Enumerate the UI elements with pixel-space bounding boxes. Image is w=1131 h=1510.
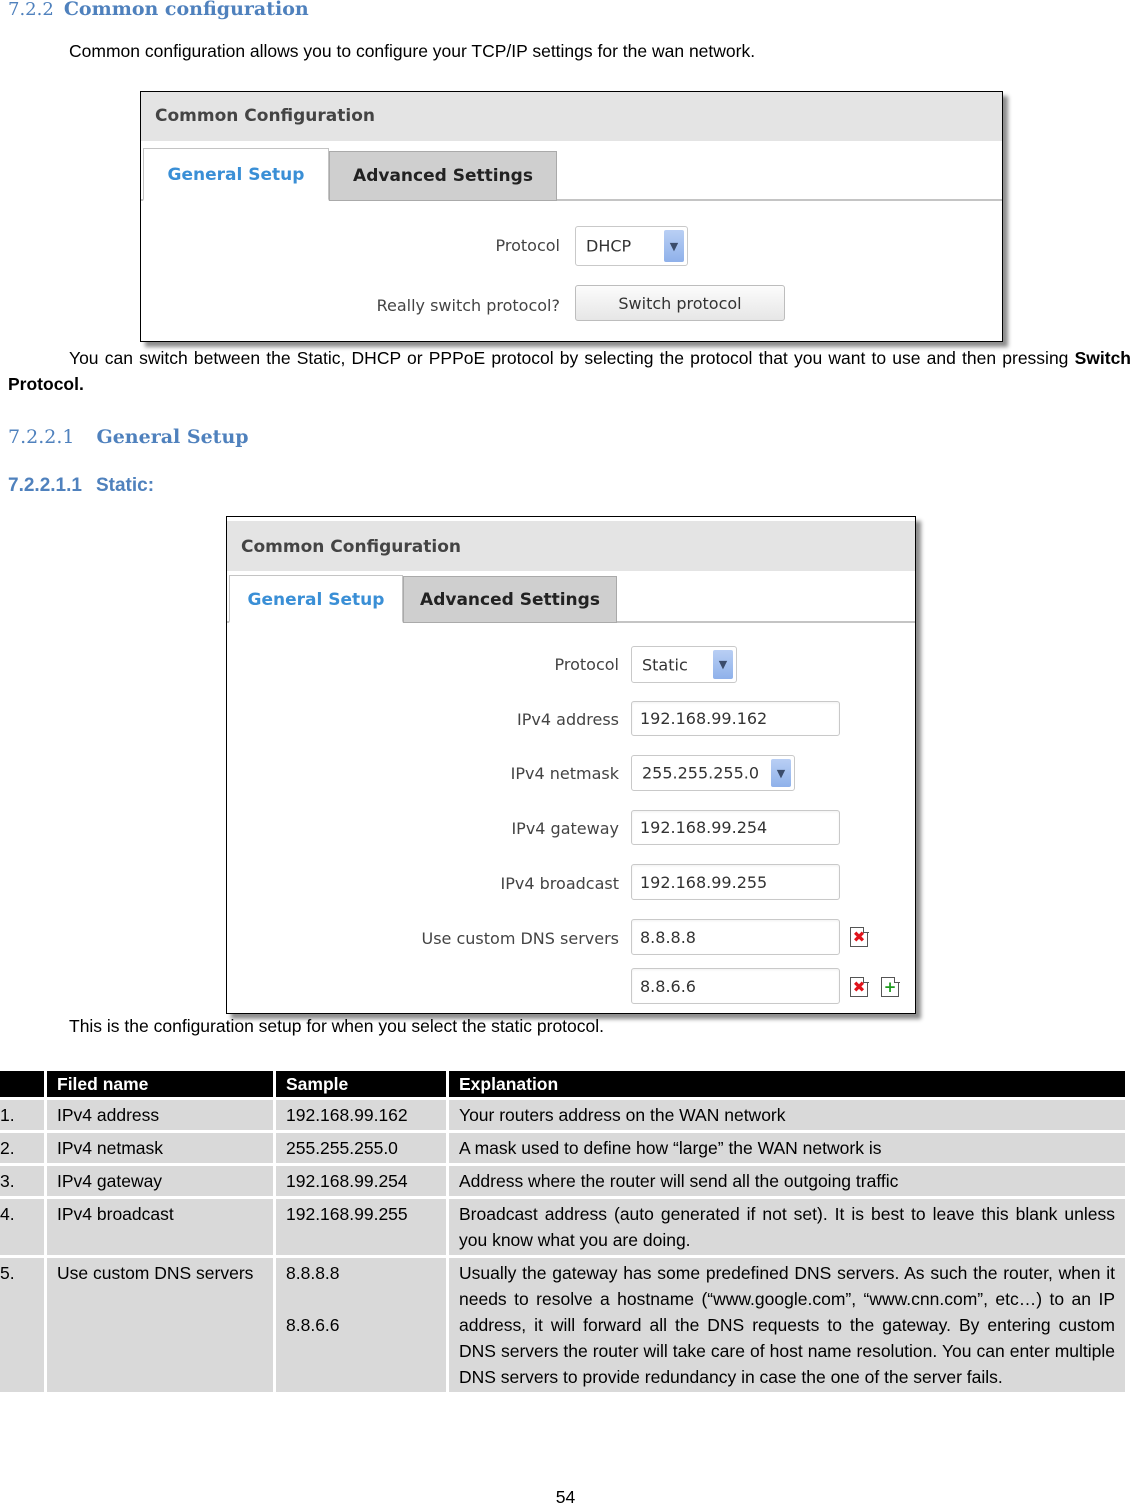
section-number: 7.2.2 — [8, 0, 54, 20]
custom-dns-label: Use custom DNS servers — [421, 929, 620, 948]
protocol-select[interactable]: DHCP ▼ — [575, 226, 688, 266]
header-sample: Sample — [276, 1071, 446, 1097]
paragraph-text: You can switch between the Static, DHCP … — [69, 348, 1075, 368]
table-row: 2. IPv4 netmask 255.255.255.0 A mask use… — [0, 1133, 1125, 1163]
screenshot-common-config-dhcp: Common Configuration General Setup Advan… — [140, 91, 1003, 342]
ipv4-address-label: IPv4 address — [517, 710, 619, 729]
table-row: 3. IPv4 gateway 192.168.99.254 Address w… — [0, 1166, 1125, 1196]
row-number: 2. — [0, 1133, 44, 1163]
row-explanation: Usually the gateway has some predefined … — [449, 1258, 1125, 1392]
protocol-value: DHCP — [586, 236, 632, 256]
dns-server-input-1[interactable]: 8.8.8.8 — [631, 919, 840, 955]
row-number: 4. — [0, 1199, 44, 1255]
section-number: 7.2.2.1 — [8, 426, 75, 448]
switch-protocol-paragraph: You can switch between the Static, DHCP … — [8, 345, 1131, 397]
row-sample: 192.168.99.162 — [276, 1100, 446, 1130]
tab-advanced-settings[interactable]: Advanced Settings — [403, 576, 617, 623]
screenshot-common-config-static: Common Configuration General Setup Advan… — [226, 516, 916, 1014]
section-heading-7-2-2-1: 7.2.2.1 General Setup — [8, 426, 249, 448]
row-field-name: IPv4 netmask — [47, 1133, 273, 1163]
row-sample: 255.255.255.0 — [276, 1133, 446, 1163]
row-sample: 192.168.99.255 — [276, 1199, 446, 1255]
section-number: 7.2.2.1.1 — [8, 475, 82, 496]
protocol-value: Static — [642, 655, 688, 674]
dns-server-input-2[interactable]: 8.8.6.6 — [631, 968, 840, 1004]
row-field-name: IPv4 address — [47, 1100, 273, 1130]
row-explanation: Address where the router will send all t… — [449, 1166, 1125, 1196]
field-explanation-table: Filed name Sample Explanation 1. IPv4 ad… — [0, 1068, 1128, 1395]
table-row: 4. IPv4 broadcast 192.168.99.255 Broadca… — [0, 1199, 1125, 1255]
row-number: 3. — [0, 1166, 44, 1196]
switch-protocol-label: Really switch protocol? — [376, 296, 560, 315]
section-title: Static: — [95, 475, 155, 496]
row-number: 1. — [0, 1100, 44, 1130]
row-explanation: Your routers address on the WAN network — [449, 1100, 1125, 1130]
row-explanation: Broadcast address (auto generated if not… — [449, 1199, 1125, 1255]
section-title: General Setup — [96, 426, 249, 448]
ipv4-netmask-value: 255.255.255.0 — [642, 763, 760, 783]
tab-bar: General Setup Advanced Settings — [227, 571, 915, 623]
table-row: 1. IPv4 address 192.168.99.162 Your rout… — [0, 1100, 1125, 1130]
remove-dns-icon[interactable]: ✖ — [850, 976, 869, 997]
table-header-row: Filed name Sample Explanation — [0, 1071, 1125, 1097]
section-title: Common configuration — [63, 0, 309, 20]
row-number: 5. — [0, 1258, 44, 1392]
panel-title: Common Configuration — [227, 521, 915, 571]
row-sample: 192.168.99.254 — [276, 1166, 446, 1196]
row-field-name: Use custom DNS servers — [47, 1258, 273, 1392]
row-sample: 8.8.8.8 — [286, 1263, 340, 1283]
header-explanation: Explanation — [449, 1071, 1125, 1097]
row-explanation: A mask used to define how “large” the WA… — [449, 1133, 1125, 1163]
ipv4-broadcast-label: IPv4 broadcast — [500, 874, 619, 893]
ipv4-netmask-select[interactable]: 255.255.255.0 ▼ — [631, 755, 795, 791]
tab-bar: General Setup Advanced Settings — [141, 141, 1002, 201]
row-field-name: IPv4 broadcast — [47, 1199, 273, 1255]
page-number: 54 — [555, 1487, 576, 1507]
chevron-down-icon: ▼ — [664, 230, 684, 262]
row-field-name: IPv4 gateway — [47, 1166, 273, 1196]
chevron-down-icon: ▼ — [713, 650, 733, 679]
intro-paragraph: Common configuration allows you to confi… — [69, 41, 756, 61]
protocol-label: Protocol — [554, 655, 619, 674]
ipv4-address-input[interactable]: 192.168.99.162 — [631, 701, 840, 736]
section-heading-7-2-2: 7.2.2 Common configuration — [8, 0, 309, 20]
row-sample-secondary: 8.8.6.6 — [286, 1315, 340, 1335]
remove-dns-icon[interactable]: ✖ — [850, 926, 869, 947]
header-number — [0, 1071, 44, 1097]
protocol-select[interactable]: Static ▼ — [631, 646, 737, 683]
section-heading-7-2-2-1-1: 7.2.2.1.1 Static: — [8, 475, 154, 497]
row-sample-cell: 8.8.8.8 8.8.6.6 — [276, 1258, 446, 1392]
protocol-label: Protocol — [495, 236, 560, 255]
add-dns-icon[interactable]: + — [881, 976, 900, 997]
tab-general-setup[interactable]: General Setup — [229, 575, 403, 623]
tab-general-setup[interactable]: General Setup — [143, 148, 329, 201]
tab-advanced-settings[interactable]: Advanced Settings — [329, 151, 557, 201]
table-row: 5. Use custom DNS servers 8.8.8.8 8.8.6.… — [0, 1258, 1125, 1392]
switch-protocol-button[interactable]: Switch protocol — [575, 285, 785, 321]
header-field-name: Filed name — [47, 1071, 273, 1097]
panel-title: Common Configuration — [141, 92, 1002, 141]
static-caption: This is the configuration setup for when… — [69, 1016, 605, 1036]
ipv4-broadcast-input[interactable]: 192.168.99.255 — [631, 864, 840, 900]
ipv4-gateway-label: IPv4 gateway — [511, 819, 619, 838]
chevron-down-icon: ▼ — [771, 759, 791, 787]
ipv4-netmask-label: IPv4 netmask — [510, 764, 619, 783]
ipv4-gateway-input[interactable]: 192.168.99.254 — [631, 810, 840, 845]
